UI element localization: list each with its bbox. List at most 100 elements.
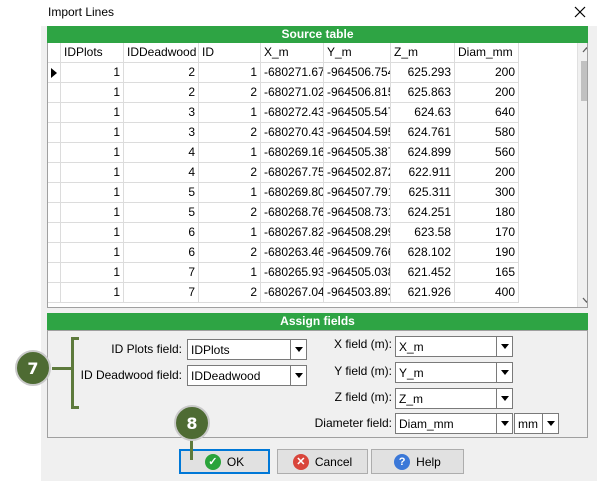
row-indicator[interactable] xyxy=(48,183,61,203)
cell-idplots[interactable]: 1 xyxy=(61,263,124,283)
chevron-down-icon[interactable] xyxy=(542,414,558,433)
help-button[interactable]: ? Help xyxy=(371,449,464,474)
table-row[interactable]: 131-680272.435-964505.547624.63640 xyxy=(48,103,572,123)
column-header-y[interactable]: Y_m xyxy=(324,43,391,63)
cell-id[interactable]: 1 xyxy=(199,223,261,243)
table-row[interactable]: 151-680269.803-964507.791625.311300 xyxy=(48,183,572,203)
cell-x[interactable]: -680263.464 xyxy=(261,243,324,263)
y-field-select[interactable]: Y_m xyxy=(395,362,513,383)
cell-idplots[interactable]: 1 xyxy=(61,123,124,143)
table-row[interactable]: 122-680271.023-964506.815625.863200 xyxy=(48,83,572,103)
cell-z[interactable]: 625.863 xyxy=(391,83,455,103)
cell-iddeadwood[interactable]: 3 xyxy=(124,103,199,123)
row-indicator[interactable] xyxy=(48,283,61,303)
cell-x[interactable]: -680271.679 xyxy=(261,63,324,83)
row-indicator[interactable] xyxy=(48,143,61,163)
cell-id[interactable]: 1 xyxy=(199,63,261,83)
cell-id[interactable]: 2 xyxy=(199,283,261,303)
cell-id[interactable]: 2 xyxy=(199,83,261,103)
cell-iddeadwood[interactable]: 6 xyxy=(124,223,199,243)
cell-idplots[interactable]: 1 xyxy=(61,83,124,103)
scroll-down-icon[interactable] xyxy=(582,297,588,303)
cell-diam[interactable]: 300 xyxy=(455,183,519,203)
cell-id[interactable]: 1 xyxy=(199,103,261,123)
cell-diam[interactable]: 400 xyxy=(455,283,519,303)
cell-diam[interactable]: 640 xyxy=(455,103,519,123)
cell-idplots[interactable]: 1 xyxy=(61,103,124,123)
row-indicator[interactable] xyxy=(48,243,61,263)
cell-id[interactable]: 1 xyxy=(199,263,261,283)
cell-diam[interactable]: 180 xyxy=(455,203,519,223)
cell-iddeadwood[interactable]: 5 xyxy=(124,203,199,223)
cell-z[interactable]: 623.58 xyxy=(391,223,455,243)
row-indicator[interactable] xyxy=(48,123,61,143)
cell-id[interactable]: 1 xyxy=(199,143,261,163)
scroll-thumb[interactable] xyxy=(581,61,587,101)
cell-y[interactable]: -964508.299 xyxy=(324,223,391,243)
chevron-down-icon[interactable] xyxy=(496,363,512,382)
chevron-down-icon[interactable] xyxy=(496,389,512,408)
cell-iddeadwood[interactable]: 2 xyxy=(124,83,199,103)
cell-y[interactable]: -964504.595 xyxy=(324,123,391,143)
cell-z[interactable]: 625.293 xyxy=(391,63,455,83)
cell-y[interactable]: -964509.766 xyxy=(324,243,391,263)
chevron-down-icon[interactable] xyxy=(290,340,306,359)
cell-z[interactable]: 624.63 xyxy=(391,103,455,123)
cell-y[interactable]: -964505.038 xyxy=(324,263,391,283)
row-indicator[interactable] xyxy=(48,203,61,223)
cell-id[interactable]: 1 xyxy=(199,183,261,203)
cell-diam[interactable]: 190 xyxy=(455,243,519,263)
cell-diam[interactable]: 200 xyxy=(455,163,519,183)
x-field-select[interactable]: X_m xyxy=(395,336,513,357)
cell-iddeadwood[interactable]: 6 xyxy=(124,243,199,263)
cell-idplots[interactable]: 1 xyxy=(61,163,124,183)
cell-idplots[interactable]: 1 xyxy=(61,283,124,303)
cell-idplots[interactable]: 1 xyxy=(61,223,124,243)
id-deadwood-select[interactable]: IDDeadwood xyxy=(187,365,307,386)
cell-idplots[interactable]: 1 xyxy=(61,143,124,163)
table-row[interactable]: 171-680265.938-964505.038621.452165 xyxy=(48,263,572,283)
vertical-scrollbar[interactable] xyxy=(577,43,588,307)
cell-id[interactable]: 2 xyxy=(199,123,261,143)
z-field-select[interactable]: Z_m xyxy=(395,388,513,409)
cell-diam[interactable]: 200 xyxy=(455,83,519,103)
cell-x[interactable]: -680267.046 xyxy=(261,283,324,303)
cell-idplots[interactable]: 1 xyxy=(61,243,124,263)
row-indicator[interactable] xyxy=(48,83,61,103)
cell-y[interactable]: -964505.387 xyxy=(324,143,391,163)
cell-x[interactable]: -680267.827 xyxy=(261,223,324,243)
column-header-x[interactable]: X_m xyxy=(261,43,324,63)
diameter-field-select[interactable]: Diam_mm xyxy=(395,413,513,434)
cell-id[interactable]: 2 xyxy=(199,163,261,183)
cell-iddeadwood[interactable]: 4 xyxy=(124,163,199,183)
cell-iddeadwood[interactable]: 7 xyxy=(124,263,199,283)
cell-y[interactable]: -964506.815 xyxy=(324,83,391,103)
chevron-down-icon[interactable] xyxy=(496,337,512,356)
cell-iddeadwood[interactable]: 3 xyxy=(124,123,199,143)
cell-z[interactable]: 628.102 xyxy=(391,243,455,263)
cell-y[interactable]: -964505.547 xyxy=(324,103,391,123)
column-header-z[interactable]: Z_m xyxy=(391,43,455,63)
cell-z[interactable]: 625.311 xyxy=(391,183,455,203)
table-row[interactable]: 141-680269.161-964505.387624.899560 xyxy=(48,143,572,163)
table-row[interactable]: 162-680263.464-964509.766628.102190 xyxy=(48,243,572,263)
cell-z[interactable]: 622.911 xyxy=(391,163,455,183)
cell-z[interactable]: 624.251 xyxy=(391,203,455,223)
row-indicator[interactable] xyxy=(48,223,61,243)
cell-iddeadwood[interactable]: 5 xyxy=(124,183,199,203)
cell-diam[interactable]: 170 xyxy=(455,223,519,243)
close-button[interactable] xyxy=(568,1,592,23)
cell-y[interactable]: -964502.872 xyxy=(324,163,391,183)
cell-iddeadwood[interactable]: 7 xyxy=(124,283,199,303)
cell-id[interactable]: 2 xyxy=(199,243,261,263)
cell-z[interactable]: 621.452 xyxy=(391,263,455,283)
scroll-up-icon[interactable] xyxy=(582,47,588,53)
cell-x[interactable]: -680270.439 xyxy=(261,123,324,143)
cell-x[interactable]: -680267.759 xyxy=(261,163,324,183)
row-indicator[interactable] xyxy=(48,263,61,283)
cell-y[interactable]: -964503.893 xyxy=(324,283,391,303)
cell-z[interactable]: 621.926 xyxy=(391,283,455,303)
row-indicator[interactable] xyxy=(48,163,61,183)
source-table-grid[interactable]: IDPlots IDDeadwood ID X_m Y_m Z_m Diam_m… xyxy=(47,43,588,308)
cell-x[interactable]: -680265.938 xyxy=(261,263,324,283)
